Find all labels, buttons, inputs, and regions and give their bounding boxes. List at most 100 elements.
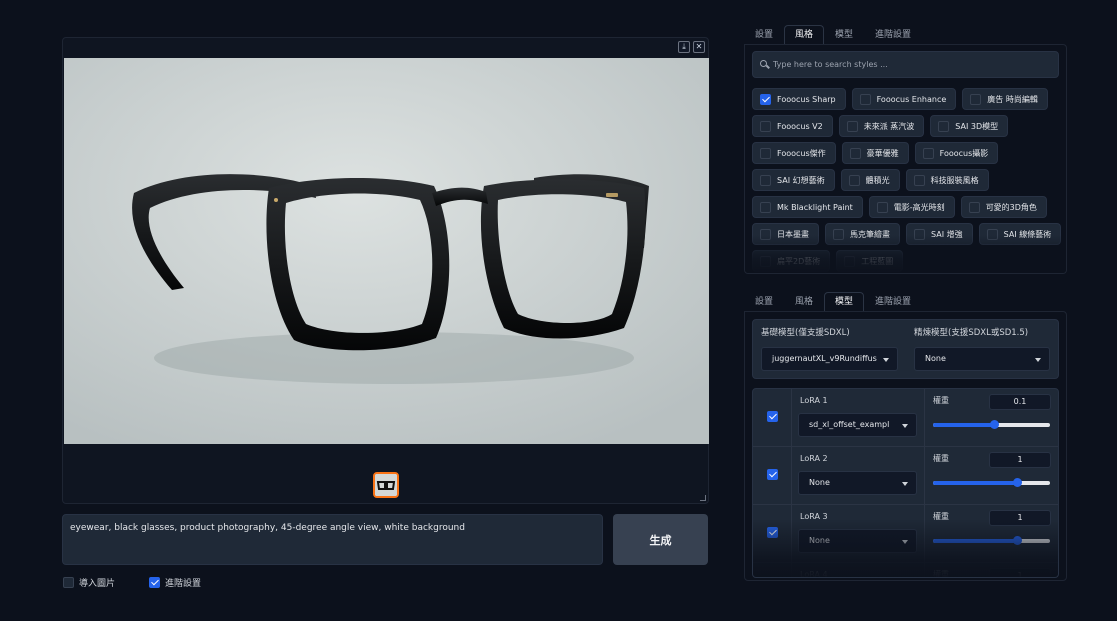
style-search-input[interactable]: Type here to search styles ... [752, 51, 1059, 78]
prompt-input[interactable]: eyewear, black glasses, product photogra… [62, 514, 603, 565]
style-checkbox[interactable] [913, 174, 925, 186]
close-icon[interactable]: ✕ [693, 41, 705, 53]
models-tab-bar: 設置 風格 模型 進階設置 [744, 292, 922, 312]
style-label: 體積光 [865, 175, 890, 185]
refiner-model-value: None [925, 354, 946, 363]
style-checkbox[interactable] [859, 93, 871, 105]
style-option[interactable]: Fooocus V2 [752, 115, 833, 137]
tab-2[interactable]: 模型 [824, 292, 865, 312]
tab-0[interactable]: 設置 [744, 25, 784, 45]
style-label: 可愛的3D角色 [985, 202, 1037, 212]
models-panel: 基礎模型(僅支援SDXL) juggernautXL_v9Rundiffus 精… [744, 311, 1067, 581]
style-option[interactable]: SAI 幻想藝術 [752, 169, 835, 191]
lora-model-dropdown[interactable]: None [798, 471, 917, 495]
lora-model-value: sd_xl_offset_exampl [809, 420, 890, 429]
chevron-down-icon [902, 424, 908, 428]
style-checkbox[interactable] [760, 120, 771, 132]
tab-1[interactable]: 風格 [784, 292, 824, 312]
style-option[interactable]: SAI 3D模型 [930, 115, 1009, 137]
slider-fill [933, 481, 1018, 485]
style-label: SAI 幻想藝術 [777, 175, 825, 185]
lora-enable-checkbox[interactable] [767, 411, 778, 422]
style-checkbox[interactable] [968, 201, 980, 213]
style-option[interactable]: 科技服裝風格 [905, 169, 989, 191]
generate-button[interactable]: 生成 [613, 514, 708, 565]
style-checkbox[interactable] [876, 201, 888, 213]
lora-name: LoRA 1 [800, 396, 828, 405]
base-model-group: 基礎模型(僅支援SDXL) juggernautXL_v9Rundiffus [753, 320, 906, 378]
weight-input[interactable]: 0.1 [989, 394, 1051, 410]
style-checkbox[interactable] [922, 147, 934, 159]
tab-3[interactable]: 進階設置 [864, 292, 922, 312]
glasses-thumbnail-icon [375, 474, 397, 496]
style-option[interactable]: 電影-高光時刻 [868, 196, 955, 218]
divider [924, 389, 925, 446]
style-label: 豪華優雅 [866, 148, 899, 158]
divider [791, 389, 792, 446]
style-option[interactable]: Fooocus Sharp [752, 88, 846, 110]
glasses-image [64, 58, 709, 444]
slider-handle[interactable] [989, 420, 999, 429]
base-model-dropdown[interactable]: juggernautXL_v9Rundiffus [761, 347, 898, 371]
input-image-checkbox[interactable] [63, 576, 74, 588]
lora-row: LoRA 2 None 權重 1 [753, 447, 1058, 505]
tab-2[interactable]: 模型 [824, 25, 864, 45]
style-option[interactable]: Fooocus Enhance [851, 88, 957, 110]
lora-list: LoRA 1 sd_xl_offset_exampl 權重 0.1 LoRA 2 None… [752, 388, 1059, 578]
style-checkbox[interactable] [760, 147, 771, 159]
lora-name: LoRA 2 [800, 454, 828, 463]
advanced-label: 進階設置 [165, 578, 202, 589]
chevron-down-icon [883, 358, 889, 362]
lora-row: LoRA 1 sd_xl_offset_exampl 權重 0.1 [753, 389, 1058, 447]
slider-handle[interactable] [1013, 478, 1023, 487]
refiner-model-dropdown[interactable]: None [914, 347, 1050, 371]
style-label: Fooocus V2 [777, 121, 823, 131]
lora-model-value: None [809, 478, 830, 487]
style-checkbox[interactable] [760, 174, 771, 186]
style-label: 未來派 蒸汽波 [863, 121, 915, 131]
style-checkbox[interactable] [846, 120, 858, 132]
style-search-placeholder: Type here to search styles ... [773, 60, 888, 69]
style-option[interactable]: 豪華優雅 [841, 142, 909, 164]
resize-handle-icon[interactable] [700, 495, 706, 501]
image-thumbnail[interactable] [373, 472, 399, 498]
styles-panel: Type here to search styles ... Fooocus S… [744, 44, 1067, 274]
input-image-label: 導入圖片 [79, 578, 116, 589]
style-option[interactable]: 未來派 蒸汽波 [838, 115, 925, 137]
search-icon [760, 60, 767, 67]
tab-1[interactable]: 風格 [784, 25, 825, 45]
style-checkbox[interactable] [970, 93, 982, 105]
advanced-checkbox[interactable] [149, 576, 160, 588]
style-label: 電影-高光時刻 [893, 202, 945, 212]
styles-tab-bar: 設置 風格 模型 進階設置 [744, 25, 922, 45]
download-icon[interactable]: ⤓ [678, 41, 690, 53]
chevron-down-icon [902, 482, 908, 486]
style-checkbox[interactable] [938, 120, 950, 132]
style-option[interactable]: Fooocus傑作 [752, 142, 836, 164]
style-option[interactable]: 可愛的3D角色 [960, 196, 1047, 218]
input-image-option[interactable]: 導入圖片 [63, 575, 115, 589]
image-viewer: ⤓ ✕ [62, 37, 709, 504]
base-model-value: juggernautXL_v9Rundiffus [772, 354, 877, 363]
weight-slider[interactable] [933, 420, 1050, 429]
lora-enable-checkbox[interactable] [767, 469, 778, 480]
style-option[interactable]: 體積光 [840, 169, 900, 191]
lora-model-dropdown[interactable]: sd_xl_offset_exampl [798, 413, 917, 437]
tab-3[interactable]: 進階設置 [864, 25, 922, 45]
advanced-option[interactable]: 進階設置 [149, 575, 201, 589]
style-checkbox[interactable] [849, 147, 861, 159]
weight-slider[interactable] [933, 478, 1050, 487]
style-label: Mk Blacklight Paint [777, 202, 853, 212]
style-checkbox[interactable] [760, 201, 771, 213]
tab-0[interactable]: 設置 [744, 292, 784, 312]
style-checkbox[interactable] [760, 93, 771, 105]
style-checkbox[interactable] [848, 174, 860, 186]
style-option[interactable]: 廣告 時尚編輯 [962, 88, 1048, 110]
weight-input[interactable]: 1 [989, 452, 1051, 468]
weight-label: 權重 [933, 454, 949, 463]
style-label: Fooocus Sharp [777, 94, 836, 104]
style-label: SAI 3D模型 [955, 121, 999, 131]
style-option[interactable]: Fooocus攝影 [914, 142, 999, 164]
scroll-fade [753, 519, 1058, 577]
style-option[interactable]: Mk Blacklight Paint [752, 196, 863, 218]
